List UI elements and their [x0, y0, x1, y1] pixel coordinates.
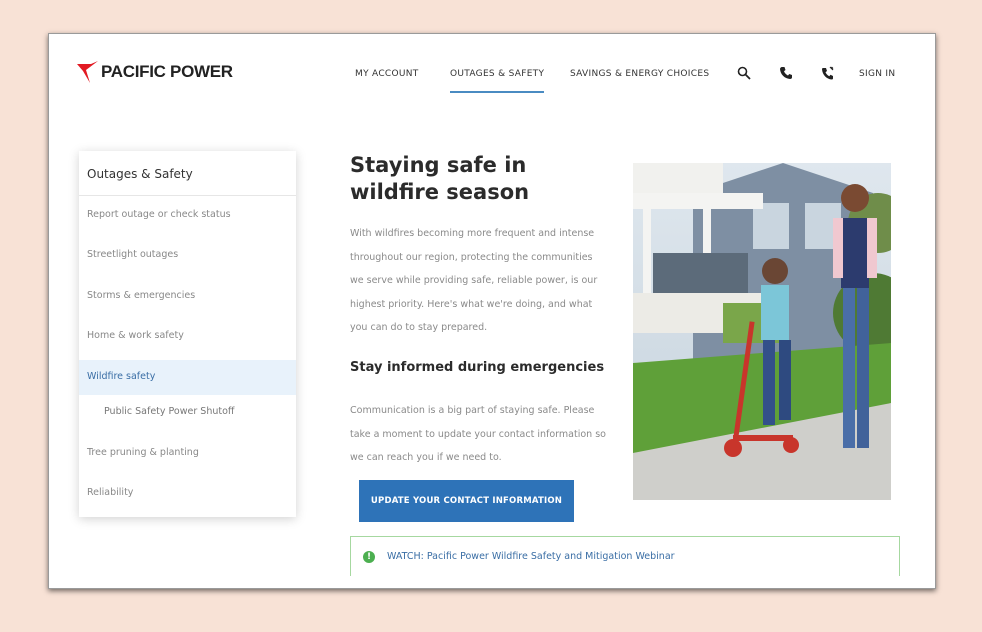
search-icon[interactable] [737, 66, 751, 80]
webinar-callout[interactable]: ! WATCH: Pacific Power Wildfire Safety a… [350, 536, 900, 576]
nav-savings-energy[interactable]: SAVINGS & ENERGY CHOICES [570, 69, 709, 79]
logo-mark-icon [77, 61, 98, 83]
page-title: Staying safe in wildfire season [350, 153, 530, 204]
intro-paragraph: With wildfires becoming more frequent an… [350, 222, 625, 340]
intro-line: throughout our region, protecting the co… [350, 251, 593, 263]
browser-page: PACIFIC POWER MY ACCOUNT OUTAGES & SAFET… [48, 33, 936, 589]
sign-in-link[interactable]: SIGN IN [859, 69, 895, 79]
intro-line: With wildfires becoming more frequent an… [350, 228, 595, 239]
sidebar-item-report-outage[interactable]: Report outage or check status [87, 209, 231, 220]
intro-line: you can do to stay prepared. [350, 322, 488, 333]
sidebar-item-tree-pruning[interactable]: Tree pruning & planting [87, 447, 199, 458]
brand-name: PACIFIC POWER [101, 62, 233, 81]
pacific-power-logo[interactable]: PACIFIC POWER [77, 61, 233, 83]
sidebar-item-storms-emergencies[interactable]: Storms & emergencies [87, 290, 195, 301]
hero-photo [633, 163, 891, 500]
nav-outages-safety[interactable]: OUTAGES & SAFETY [450, 69, 544, 79]
comm-line: take a moment to update your contact inf… [350, 428, 606, 440]
sidebar-item-wildfire-safety[interactable]: Wildfire safety [87, 371, 155, 382]
nav-active-indicator [450, 91, 544, 93]
sidebar-item-reliability[interactable]: Reliability [87, 487, 133, 498]
comm-line: Communication is a big part of staying s… [350, 405, 595, 416]
phone-icon[interactable] [779, 66, 793, 80]
intro-line: highest priority. Here's what we're doin… [350, 298, 593, 310]
nav-my-account[interactable]: MY ACCOUNT [355, 69, 419, 79]
intro-line: we serve while providing safe, reliable … [350, 275, 598, 286]
sidebar-item-streetlight-outages[interactable]: Streetlight outages [87, 249, 178, 260]
phone-mobile-icon[interactable] [821, 66, 835, 80]
update-contact-button[interactable]: UPDATE YOUR CONTACT INFORMATION [359, 480, 574, 522]
comm-line: we can reach you if we need to. [350, 452, 502, 463]
webinar-link[interactable]: WATCH: Pacific Power Wildfire Safety and… [387, 551, 675, 562]
sidebar-nav: Outages & Safety Report outage or check … [79, 151, 296, 517]
section-heading: Stay informed during emergencies [350, 360, 605, 375]
sidebar-title: Outages & Safety [87, 167, 193, 181]
sidebar-divider [79, 195, 296, 196]
sidebar-item-home-work-safety[interactable]: Home & work safety [87, 330, 184, 341]
communication-paragraph: Communication is a big part of staying s… [350, 399, 625, 470]
sidebar-item-psps[interactable]: Public Safety Power Shutoff [104, 406, 234, 417]
info-icon: ! [363, 551, 375, 563]
